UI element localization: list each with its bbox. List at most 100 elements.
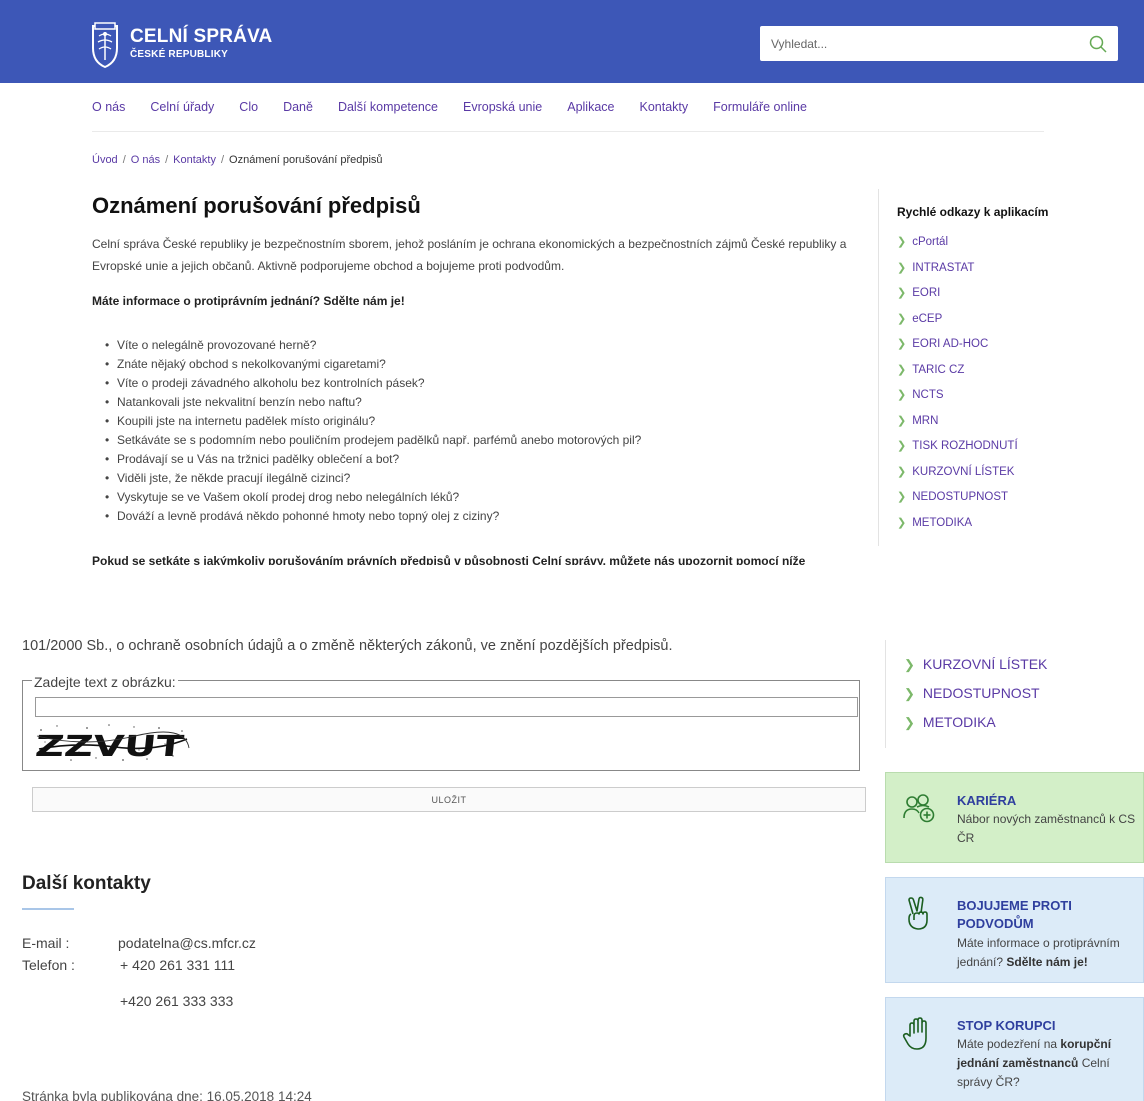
- phone-value-2: +420 261 333 333: [120, 993, 234, 1009]
- quick-link-label: METODIKA: [912, 516, 973, 529]
- quick-link-nedostupnost[interactable]: ❯ NEDOSTUPNOST: [897, 485, 1018, 511]
- chevron-right-icon: ❯: [904, 657, 915, 672]
- quick-link-ncts[interactable]: ❯ NCTS: [897, 383, 1018, 409]
- customs-emblem-icon[interactable]: [90, 22, 120, 68]
- people-add-icon: [903, 794, 935, 823]
- list-item: Vyskytuje se ve Vašem okolí prodej drog …: [105, 488, 641, 507]
- list-item: Setkáváte se s podomním nebo pouličním p…: [105, 431, 641, 450]
- nav-item-dane[interactable]: Daně: [283, 100, 313, 114]
- site-logo-subtitle[interactable]: ČESKÉ REPUBLIKY: [130, 49, 228, 60]
- main-nav: O nás Celní úřady Clo Daně Další kompete…: [92, 100, 832, 114]
- page-title: Oznámení porušování předpisů: [92, 193, 421, 218]
- chevron-right-icon: ❯: [897, 363, 907, 376]
- quick-link-label: eCEP: [912, 312, 943, 325]
- career-card-title: KARIÉRA: [957, 793, 1017, 808]
- breadcrumb-separator: /: [165, 154, 169, 166]
- quick-link-label: KURZOVNÍ LÍSTEK: [912, 465, 1015, 478]
- quick-link-metodika[interactable]: ❯ METODIKA: [904, 708, 1047, 737]
- list-item: Dováží a levně prodává někdo pohonné hmo…: [105, 507, 641, 526]
- breadcrumb-item-uvod[interactable]: Úvod: [92, 154, 118, 166]
- chevron-right-icon: ❯: [897, 389, 907, 401]
- site-logo-title[interactable]: CELNÍ SPRÁVA: [130, 26, 272, 48]
- sidebar-divider: [878, 189, 879, 546]
- nav-item-celni-urady[interactable]: Celní úřady: [150, 100, 214, 114]
- quick-link-intrastat[interactable]: ❯ INTRASTAT: [897, 256, 1018, 282]
- quick-link-label: TARIC CZ: [912, 363, 965, 376]
- quick-link-kurzovni-listek[interactable]: ❯ KURZOVNÍ LÍSTEK: [904, 650, 1047, 679]
- nav-item-formulare-online[interactable]: Formuláře online: [713, 100, 807, 114]
- quick-link-tisk-rozhodnuti[interactable]: ❯ TISK ROZHODNUTÍ: [897, 434, 1018, 460]
- violation-list: Víte o nelegálně provozované herně? Znát…: [105, 336, 641, 526]
- quick-link-nedostupnost[interactable]: ❯ NEDOSTUPNOST: [904, 679, 1047, 708]
- list-item: Koupili jste na internetu padělek místo …: [105, 412, 641, 431]
- breadcrumb-separator: /: [220, 154, 225, 166]
- quick-link-label: MRN: [912, 414, 939, 427]
- nav-item-aplikace[interactable]: Aplikace: [567, 100, 614, 114]
- corruption-card-text-plain: Máte podezření na: [957, 1037, 1058, 1051]
- corruption-card-text: Máte podezření na korupční jednání zaměs…: [957, 1035, 1137, 1092]
- list-item: Znáte nějaký obchod s nekolkovanými ciga…: [105, 355, 641, 374]
- nav-item-evropska-unie[interactable]: Evropská unie: [463, 100, 542, 114]
- question-heading: Máte informace o protiprávním jednání? S…: [92, 294, 405, 308]
- quick-link-taric-cz[interactable]: ❯ TARIC CZ: [897, 358, 1018, 384]
- chevron-right-icon: ❯: [897, 338, 907, 350]
- fraud-card-text-bold: Sdělte nám je!: [1006, 955, 1088, 969]
- chevron-right-icon: ❯: [904, 715, 915, 730]
- email-value[interactable]: podatelna@cs.mfcr.cz: [118, 935, 256, 951]
- search-input[interactable]: [760, 26, 1060, 61]
- stop-hand-icon: [902, 1017, 927, 1050]
- nav-item-dalsi-kompetence[interactable]: Další kompetence: [338, 100, 438, 114]
- chevron-right-icon: ❯: [897, 516, 907, 529]
- career-card[interactable]: KARIÉRA Nábor nových zaměstnanců k CS ČR: [885, 772, 1144, 863]
- quick-link-label: INTRASTAT: [912, 261, 975, 274]
- victory-hand-icon: [908, 896, 928, 930]
- cut-paragraph-text: Pokud se setkáte s jakýmkoliv porušování…: [92, 554, 806, 565]
- corruption-card-title: STOP KORUPCI: [957, 1018, 1056, 1033]
- chevron-right-icon: ❯: [904, 686, 915, 701]
- quick-link-kurzovni-listek[interactable]: ❯ KURZOVNÍ LÍSTEK: [897, 460, 1018, 486]
- quick-link-label: NCTS: [912, 389, 944, 401]
- contacts-heading: Další kontakty: [22, 873, 151, 894]
- quick-link-label: cPortál: [912, 236, 949, 248]
- fraud-card[interactable]: BOJUJEME PROTI PODVODŮM Máte informace o…: [885, 877, 1144, 983]
- chevron-right-icon: ❯: [897, 287, 907, 299]
- nav-divider: [92, 131, 1044, 132]
- career-card-text: Nábor nových zaměstnanců k CS ČR: [957, 812, 1136, 845]
- chevron-right-icon: ❯: [897, 312, 907, 325]
- published-info: Stránka byla publikována dne: 16.05.2018…: [22, 1088, 422, 1101]
- quick-link-label: EORI AD-HOC: [912, 338, 989, 350]
- captcha-image: ZZVUT: [35, 722, 190, 764]
- fraud-card-text: Máte informace o protiprávním jednání? S…: [957, 934, 1137, 972]
- nav-item-o-nas[interactable]: O nás: [92, 100, 125, 114]
- quick-link-ecep[interactable]: ❯ eCEP: [897, 307, 1018, 333]
- nav-item-clo[interactable]: Clo: [239, 100, 258, 114]
- quick-link-eori[interactable]: ❯ EORI: [897, 281, 1018, 307]
- quick-link-mrn[interactable]: ❯ MRN: [897, 409, 1018, 435]
- chevron-right-icon: ❯: [897, 440, 907, 452]
- chevron-right-icon: ❯: [897, 261, 907, 274]
- phone-value-1: + 420 261 331 111: [120, 957, 236, 973]
- list-item: Víte o nelegálně provozované herně?: [105, 336, 641, 355]
- quick-link-eori-ad-hoc[interactable]: ❯ EORI AD-HOC: [897, 332, 1018, 358]
- quick-links-list-lower: ❯ KURZOVNÍ LÍSTEK ❯ NEDOSTUPNOST ❯ METODIKA: [904, 650, 1047, 737]
- breadcrumb-separator: /: [122, 154, 126, 166]
- quick-link-cportal[interactable]: ❯ cPortál: [897, 230, 1018, 256]
- sidebar-divider: [885, 640, 886, 748]
- breadcrumb-item-kontakty[interactable]: Kontakty: [173, 154, 216, 166]
- email-label: E-mail :: [22, 935, 70, 951]
- nav-item-kontakty[interactable]: Kontakty: [639, 100, 688, 114]
- captcha-input[interactable]: [35, 697, 858, 717]
- chevron-right-icon: ❯: [897, 414, 907, 427]
- chevron-right-icon: ❯: [897, 236, 907, 248]
- quick-link-metodika[interactable]: ❯ METODIKA: [897, 511, 1018, 537]
- chevron-right-icon: ❯: [897, 491, 907, 503]
- cut-paragraph: Pokud se setkáte s jakýmkoliv porušování…: [92, 553, 872, 565]
- save-button[interactable]: ULOŽIT: [32, 787, 866, 812]
- quick-links-list: ❯ cPortál ❯ INTRASTAT ❯ EORI ❯ eCEP ❯ EORI AD…: [897, 230, 1018, 536]
- search-icon[interactable]: [1088, 34, 1108, 54]
- corruption-card[interactable]: STOP KORUPCI Máte podezření na korupční …: [885, 997, 1144, 1101]
- intro-paragraph: Celní správa České republiky je bezpečno…: [92, 237, 847, 273]
- site-header: CELNÍ SPRÁVA ČESKÉ REPUBLIKY: [0, 0, 1144, 83]
- quick-link-label: METODIKA: [922, 714, 996, 730]
- breadcrumb-item-o-nas[interactable]: O nás: [131, 154, 160, 166]
